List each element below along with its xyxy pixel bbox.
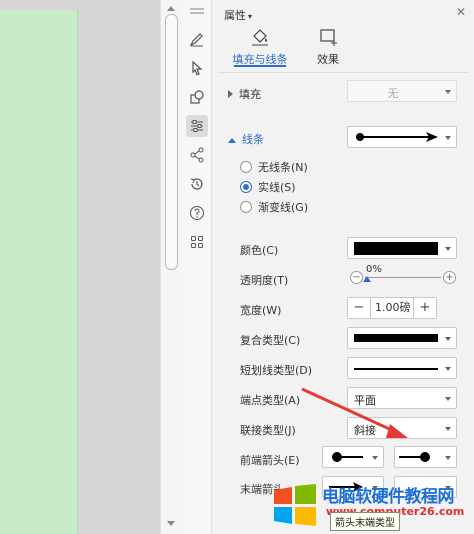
begin-arrow-label: 前端箭头(E) [240, 454, 300, 467]
chevron-down-icon [445, 367, 451, 371]
tooltip: 箭头末端类型 [330, 512, 400, 531]
color-dropdown[interactable] [347, 237, 457, 259]
collapse-arrow-icon [228, 138, 236, 143]
toolstrip-grip-icon [190, 8, 204, 14]
properties-settings-icon[interactable] [186, 115, 208, 137]
side-toolstrip [182, 0, 212, 534]
width-value[interactable]: 1.00磅 [370, 298, 414, 318]
effects-icon [320, 29, 337, 46]
join-type-dropdown[interactable]: 斜接 [347, 417, 457, 439]
chevron-down-icon [445, 247, 451, 251]
tab-divider [218, 72, 468, 73]
radio-no-line[interactable]: 无线条(N) [240, 159, 308, 175]
shapes-icon[interactable] [186, 86, 208, 108]
chevron-down-icon [445, 397, 451, 401]
radio-gradient-line[interactable]: 渐变线(G) [240, 199, 308, 215]
compound-type-label: 复合类型(C) [240, 334, 301, 347]
panel-title-label: 属性 [224, 9, 246, 22]
dash-preview [354, 368, 438, 370]
vertical-scrollbar[interactable] [160, 0, 182, 534]
begin-arrow-size-preview [399, 452, 430, 462]
paint-bucket-icon [252, 29, 268, 46]
chevron-down-icon [372, 456, 378, 460]
width-stepper[interactable]: − 1.00磅 + [347, 297, 437, 319]
compound-type-dropdown[interactable] [347, 327, 457, 349]
fill-section-label: 填充 [239, 88, 261, 101]
tab-label: 效果 [317, 53, 339, 66]
join-type-label: 联接类型(J) [240, 424, 296, 437]
scroll-thumb[interactable] [165, 14, 178, 270]
chevron-down-icon [445, 136, 451, 140]
properties-panel: 属性 ▾ ✕ 填充与线条 效果 填充 无 线条 无线条(N) 实线(S) 渐变线(… [212, 0, 474, 534]
begin-arrow-preview [332, 452, 363, 462]
transparency-slider-knob[interactable] [363, 276, 371, 282]
chevron-down-icon [445, 456, 451, 460]
radio-button[interactable] [240, 201, 252, 213]
transparency-slider-track[interactable] [365, 277, 441, 278]
scroll-down-icon[interactable] [167, 521, 175, 526]
watermark-title: 电脑软硬件教程网 [322, 487, 455, 507]
width-label: 宽度(W) [240, 304, 282, 317]
radio-solid-line[interactable]: 实线(S) [240, 179, 296, 195]
panel-title[interactable]: 属性 ▾ [224, 7, 252, 23]
width-increase-button[interactable]: + [414, 298, 436, 318]
document-canvas[interactable] [0, 0, 160, 534]
color-label: 颜色(C) [240, 244, 279, 257]
chevron-down-icon [445, 337, 451, 341]
cap-type-dropdown[interactable]: 平面 [347, 387, 457, 409]
cap-type-value: 平面 [354, 394, 376, 407]
cap-type-label: 端点类型(A) [240, 394, 301, 407]
select-cursor-icon[interactable] [186, 57, 208, 79]
line-section-toggle[interactable]: 线条 [228, 131, 264, 147]
fill-value: 无 [387, 87, 399, 100]
decrease-transparency-button[interactable]: − [350, 271, 363, 284]
help-icon[interactable] [186, 202, 208, 224]
dash-type-label: 短划线类型(D) [240, 364, 313, 377]
radio-button[interactable] [240, 161, 252, 173]
join-type-value: 斜接 [354, 424, 376, 437]
radio-label: 渐变线(G) [258, 201, 309, 214]
fill-dropdown[interactable]: 无 [347, 80, 457, 102]
increase-transparency-button[interactable]: + [443, 271, 456, 284]
expand-arrow-icon [228, 90, 233, 98]
chevron-down-icon [445, 427, 451, 431]
close-icon[interactable]: ✕ [456, 5, 466, 19]
radio-button[interactable] [240, 181, 252, 193]
tab-effects[interactable]: 效果 [308, 28, 348, 67]
radio-label: 实线(S) [258, 181, 296, 194]
scroll-up-icon[interactable] [167, 6, 175, 11]
width-decrease-button[interactable]: − [348, 298, 370, 318]
line-section-label: 线条 [242, 133, 264, 146]
color-swatch [354, 242, 438, 255]
chevron-down-icon: ▾ [248, 12, 253, 21]
windows-logo-icon [274, 484, 316, 526]
apps-grid-icon[interactable] [186, 231, 208, 253]
dash-type-dropdown[interactable] [347, 357, 457, 379]
radio-label: 无线条(N) [258, 161, 308, 174]
line-style-dropdown[interactable] [347, 126, 457, 148]
begin-arrow-size-dropdown[interactable] [394, 446, 457, 468]
line-arrow-preview [356, 132, 438, 142]
share-icon[interactable] [186, 144, 208, 166]
pen-icon[interactable] [186, 28, 208, 50]
compound-preview [354, 334, 438, 342]
chevron-down-icon [445, 90, 451, 94]
history-icon[interactable] [186, 173, 208, 195]
document-page[interactable] [0, 10, 78, 534]
tab-fill-and-line[interactable]: 填充与线条 [228, 28, 292, 67]
transparency-value: 0% [366, 264, 382, 275]
fill-section-toggle[interactable]: 填充 [228, 86, 261, 102]
transparency-label: 透明度(T) [240, 274, 289, 287]
begin-arrow-style-dropdown[interactable] [322, 446, 384, 468]
active-tab-indicator [234, 65, 286, 67]
